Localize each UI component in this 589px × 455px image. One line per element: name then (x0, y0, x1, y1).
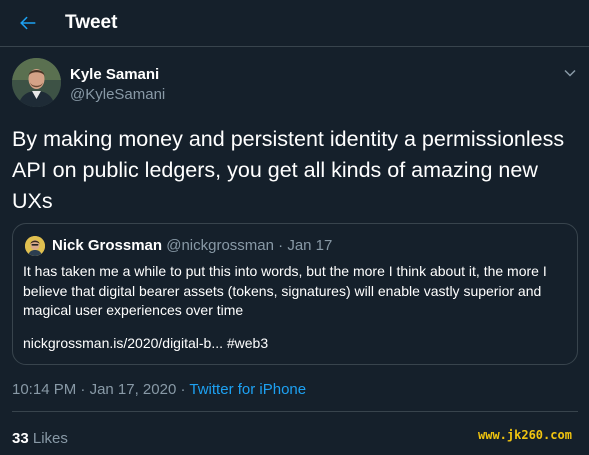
likes-stat[interactable]: 33 Likes (12, 430, 68, 447)
header: Tweet (0, 0, 589, 47)
avatar[interactable] (12, 58, 61, 107)
chevron-down-icon (564, 69, 576, 77)
quoted-date: Jan 17 (287, 237, 333, 254)
tweet-author: Kyle Samani @KyleSamani (0, 58, 589, 110)
page-title: Tweet (65, 12, 118, 33)
tweet-text: By making money and persistent identity … (12, 127, 565, 213)
quoted-text: It has taken me a while to put this into… (23, 263, 547, 318)
quoted-header: Nick Grossman @nickgrossman · Jan 17 (52, 237, 332, 254)
tweet-page: Tweet Kyle Samani @KyleSamani By making … (0, 0, 589, 455)
meta-separator: · (180, 381, 186, 398)
author-name[interactable]: Kyle Samani (70, 66, 159, 83)
quoted-author-name: Nick Grossman (52, 237, 163, 254)
tweet-meta: 10:14 PM · Jan 17, 2020 · Twitter for iP… (12, 381, 306, 398)
more-options-button[interactable] (561, 64, 579, 82)
avatar-image (12, 58, 61, 107)
quoted-avatar-image (25, 236, 45, 256)
tweet-time: 10:14 PM (12, 381, 77, 398)
tweet-source-link[interactable]: Twitter for iPhone (189, 381, 306, 398)
quoted-avatar (25, 236, 45, 256)
quoted-separator: · (278, 237, 284, 254)
meta-separator: · (80, 381, 86, 398)
likes-label: Likes (32, 430, 68, 447)
likes-count: 33 (12, 430, 29, 447)
divider (12, 411, 578, 412)
author-handle[interactable]: @KyleSamani (70, 86, 165, 103)
quoted-link[interactable]: nickgrossman.is/2020/digital-b... #web3 (23, 335, 268, 351)
arrow-left-icon (20, 16, 36, 30)
quoted-author-handle: @nickgrossman (166, 237, 274, 254)
quoted-tweet[interactable]: Nick Grossman @nickgrossman · Jan 17 It … (12, 223, 578, 365)
watermark: www.jk260.com (478, 428, 572, 442)
tweet-date[interactable]: Jan 17, 2020 (90, 381, 177, 398)
back-button[interactable] (14, 9, 42, 37)
